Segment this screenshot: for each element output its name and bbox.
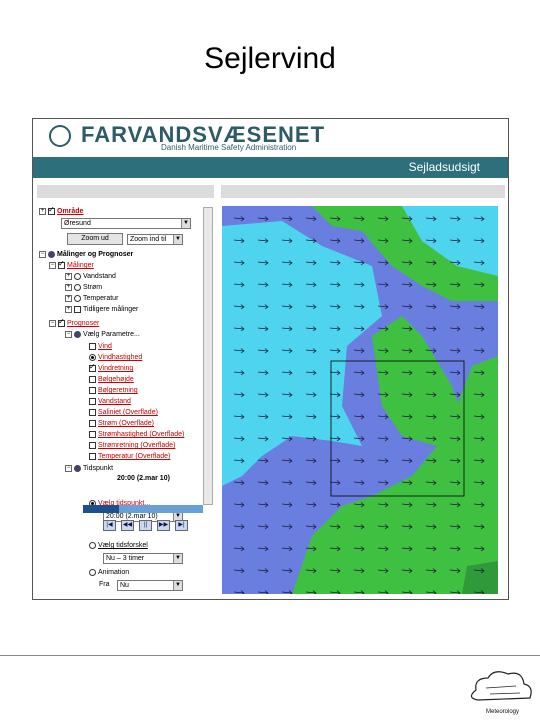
prognoser-label[interactable]: Prognoser <box>67 320 99 327</box>
maalinger-item[interactable]: Tidligere målinger <box>83 306 138 313</box>
tidspunkt-value: 20:00 (2.mar 10) <box>117 475 170 482</box>
rewind-button[interactable]: ◀◀ <box>121 520 134 531</box>
maalinger-item[interactable]: Strøm <box>83 284 102 291</box>
tidsforskel-select[interactable]: Nu – 3 timer ▼ <box>103 553 183 564</box>
radio-button[interactable] <box>89 354 96 361</box>
param-item[interactable]: Vindretning <box>98 365 133 372</box>
forward-button[interactable]: ▶▶ <box>157 520 170 531</box>
param-item[interactable]: Vind <box>98 343 112 350</box>
collapse-icon[interactable]: − <box>49 262 56 269</box>
param-item[interactable]: Strømretning (Overflade) <box>98 442 175 449</box>
left-pane-header <box>37 185 214 198</box>
checkbox[interactable] <box>89 376 96 383</box>
checkbox[interactable] <box>74 306 81 313</box>
checkbox[interactable] <box>89 398 96 405</box>
vaelg-tidsforskel-label[interactable]: Vælg tidsforskel <box>98 542 148 549</box>
wind-map[interactable] <box>222 206 498 594</box>
param-item[interactable]: Bølgehøjde <box>98 376 134 383</box>
checkbox[interactable] <box>89 362 96 372</box>
checkbox[interactable] <box>89 420 96 427</box>
prognoser-checkbox[interactable] <box>58 317 65 327</box>
fra-select[interactable]: Nu ▼ <box>117 580 183 591</box>
clock-icon <box>74 465 81 472</box>
omrade-label[interactable]: Område <box>57 208 83 215</box>
param-item[interactable]: Temperatur (Overflade) <box>98 453 170 460</box>
param-item[interactable]: Vandstand <box>98 398 131 405</box>
maalinger-group-label: Målinger og Prognoser <box>57 251 134 258</box>
header-banner: FARVANDSVÆSENET Danish Maritime Safety A… <box>33 119 508 157</box>
dark-land <box>462 561 498 594</box>
zoom-select-value: Zoom ind til <box>130 236 167 243</box>
chevron-down-icon: ▼ <box>173 581 182 590</box>
radio-button[interactable] <box>74 295 81 302</box>
expand-icon[interactable]: + <box>65 273 72 280</box>
time-slider[interactable] <box>83 505 203 513</box>
brand-subtitle: Danish Maritime Safety Administration <box>161 143 297 152</box>
zoom-out-button[interactable]: Zoom ud <box>67 233 123 245</box>
omrade-checkbox[interactable] <box>48 205 55 215</box>
slide-title: Sejlervind <box>204 42 336 75</box>
radio-button[interactable] <box>89 569 96 576</box>
layer-icon <box>48 251 55 258</box>
radio-button[interactable] <box>74 284 81 291</box>
expand-icon[interactable]: + <box>65 295 72 302</box>
first-frame-button[interactable]: |◀ <box>103 520 116 531</box>
expand-icon[interactable]: + <box>65 306 72 313</box>
time-slider-fill <box>83 505 119 513</box>
animation-label[interactable]: Animation <box>98 569 129 576</box>
footer-divider <box>0 655 540 656</box>
param-item[interactable]: Vindhastighed <box>98 354 142 361</box>
radio-button[interactable] <box>89 542 96 549</box>
parameter-label[interactable]: Vælg Parametre... <box>83 331 140 338</box>
radio-button[interactable] <box>74 273 81 280</box>
collapse-icon[interactable]: − <box>65 465 72 472</box>
zoom-in-select[interactable]: Zoom ind til ▼ <box>127 234 183 245</box>
expand-icon[interactable]: + <box>65 284 72 291</box>
chevron-down-icon: ▼ <box>181 219 190 228</box>
logo-caption: Meteorology <box>486 709 519 715</box>
maalinger-label[interactable]: Målinger <box>67 262 94 269</box>
fra-label: Fra <box>99 581 110 588</box>
checkbox[interactable] <box>89 343 96 350</box>
section-bar: Sejladsudsigt <box>33 157 508 178</box>
tidsforskel-select-value: Nu – 3 timer <box>106 555 145 562</box>
pause-button[interactable]: || <box>139 520 152 531</box>
last-frame-button[interactable]: ▶| <box>175 520 188 531</box>
expand-icon[interactable]: + <box>39 208 46 215</box>
collapse-icon[interactable]: − <box>39 251 46 258</box>
maalinger-item[interactable]: Temperatur <box>83 295 118 302</box>
section-title: Sejladsudsigt <box>408 160 480 174</box>
checkbox[interactable] <box>89 431 96 438</box>
checkbox[interactable] <box>89 409 96 416</box>
chevron-down-icon: ▼ <box>173 554 182 563</box>
app-screenshot: FARVANDSVÆSENET Danish Maritime Safety A… <box>32 118 509 600</box>
collapse-icon[interactable]: − <box>65 331 72 338</box>
chevron-down-icon: ▼ <box>173 235 182 244</box>
checkbox[interactable] <box>89 387 96 394</box>
maalinger-item[interactable]: Vandstand <box>83 273 116 280</box>
crown-logo-icon <box>49 125 71 147</box>
checkbox[interactable] <box>89 442 96 449</box>
param-item[interactable]: Strømhastighed (Overflade) <box>98 431 184 438</box>
map-pane-header <box>221 185 505 198</box>
checkbox[interactable] <box>89 453 96 460</box>
tidspunkt-label: Tidspunkt <box>83 465 114 472</box>
maalinger-checkbox[interactable] <box>58 259 65 269</box>
collapse-icon[interactable]: − <box>49 320 56 327</box>
fra-select-value: Nu <box>120 582 129 589</box>
panel-scrollbar[interactable] <box>203 207 213 505</box>
omrade-select[interactable]: Øresund ▼ <box>61 218 191 229</box>
tidspunkt-select-value: 20:00 (2.mar 10) <box>106 513 158 520</box>
param-item[interactable]: Saliniet (Overflade) <box>98 409 158 416</box>
param-item[interactable]: Bølgeretning <box>98 387 138 394</box>
param-item[interactable]: Strøm (Overflade) <box>98 420 154 427</box>
cloud-logo: Meteorology <box>470 671 532 715</box>
omrade-select-value: Øresund <box>64 220 91 227</box>
settings-icon <box>74 331 81 338</box>
control-panel: + Område Øresund ▼ Zoom ud Zoom ind til … <box>37 205 211 599</box>
